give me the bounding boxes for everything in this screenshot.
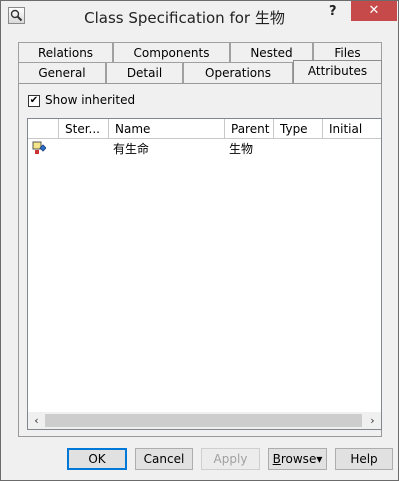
tab-components[interactable]: Components xyxy=(113,42,230,63)
scroll-left-icon[interactable]: ‹ xyxy=(28,412,45,429)
tab-operations[interactable]: Operations xyxy=(183,62,293,83)
browse-button[interactable]: Browse▾ xyxy=(268,448,327,470)
column-header-name[interactable]: Name xyxy=(109,119,225,139)
horizontal-scrollbar[interactable]: ‹ › xyxy=(28,412,381,429)
row-initial[interactable] xyxy=(327,140,381,158)
browse-mnemonic: B xyxy=(272,452,281,466)
tab-detail[interactable]: Detail xyxy=(106,62,183,83)
tab-relations[interactable]: Relations xyxy=(18,42,113,63)
apply-button[interactable]: Apply xyxy=(201,448,260,470)
browse-label: rowse xyxy=(280,452,317,466)
column-header-icon[interactable] xyxy=(28,119,59,139)
tab-attributes[interactable]: Attributes xyxy=(293,60,382,83)
browse-dropdown-icon: ▾ xyxy=(316,452,323,466)
show-inherited-checkbox[interactable]: ✔ xyxy=(28,95,40,107)
ok-button[interactable]: OK xyxy=(67,448,127,470)
cancel-button[interactable]: Cancel xyxy=(135,448,193,470)
attributes-list[interactable]: Ster... Name Parent Type Initial 有生命 生物 … xyxy=(27,118,382,430)
row-stereotype[interactable] xyxy=(59,140,109,158)
show-inherited-label[interactable]: Show inherited xyxy=(45,93,135,107)
help-title-button[interactable]: ? xyxy=(329,4,337,19)
tab-general[interactable]: General xyxy=(18,62,106,83)
attribute-icon[interactable] xyxy=(32,141,47,155)
scroll-thumb[interactable] xyxy=(45,414,362,427)
column-header-type[interactable]: Type xyxy=(274,119,323,139)
scroll-right-icon[interactable]: › xyxy=(364,412,381,429)
window-title: Class Specification for 生物 xyxy=(84,9,285,27)
help-button[interactable]: Help xyxy=(335,448,393,470)
column-header-parent[interactable]: Parent xyxy=(225,119,274,139)
row-name[interactable]: 有生命 xyxy=(113,140,223,158)
magnifier-app-icon[interactable] xyxy=(8,7,25,24)
title-bar[interactable]: Class Specification for 生物 ? ✕ xyxy=(1,1,398,32)
class-specification-dialog: Class Specification for 生物 ? ✕ Relations… xyxy=(0,0,399,481)
row-parent[interactable]: 生物 xyxy=(229,140,274,158)
column-header-initial[interactable]: Initial xyxy=(323,119,381,139)
column-header-stereotype[interactable]: Ster... xyxy=(59,119,109,139)
close-button[interactable]: ✕ xyxy=(351,1,397,21)
row-type[interactable] xyxy=(278,140,323,158)
